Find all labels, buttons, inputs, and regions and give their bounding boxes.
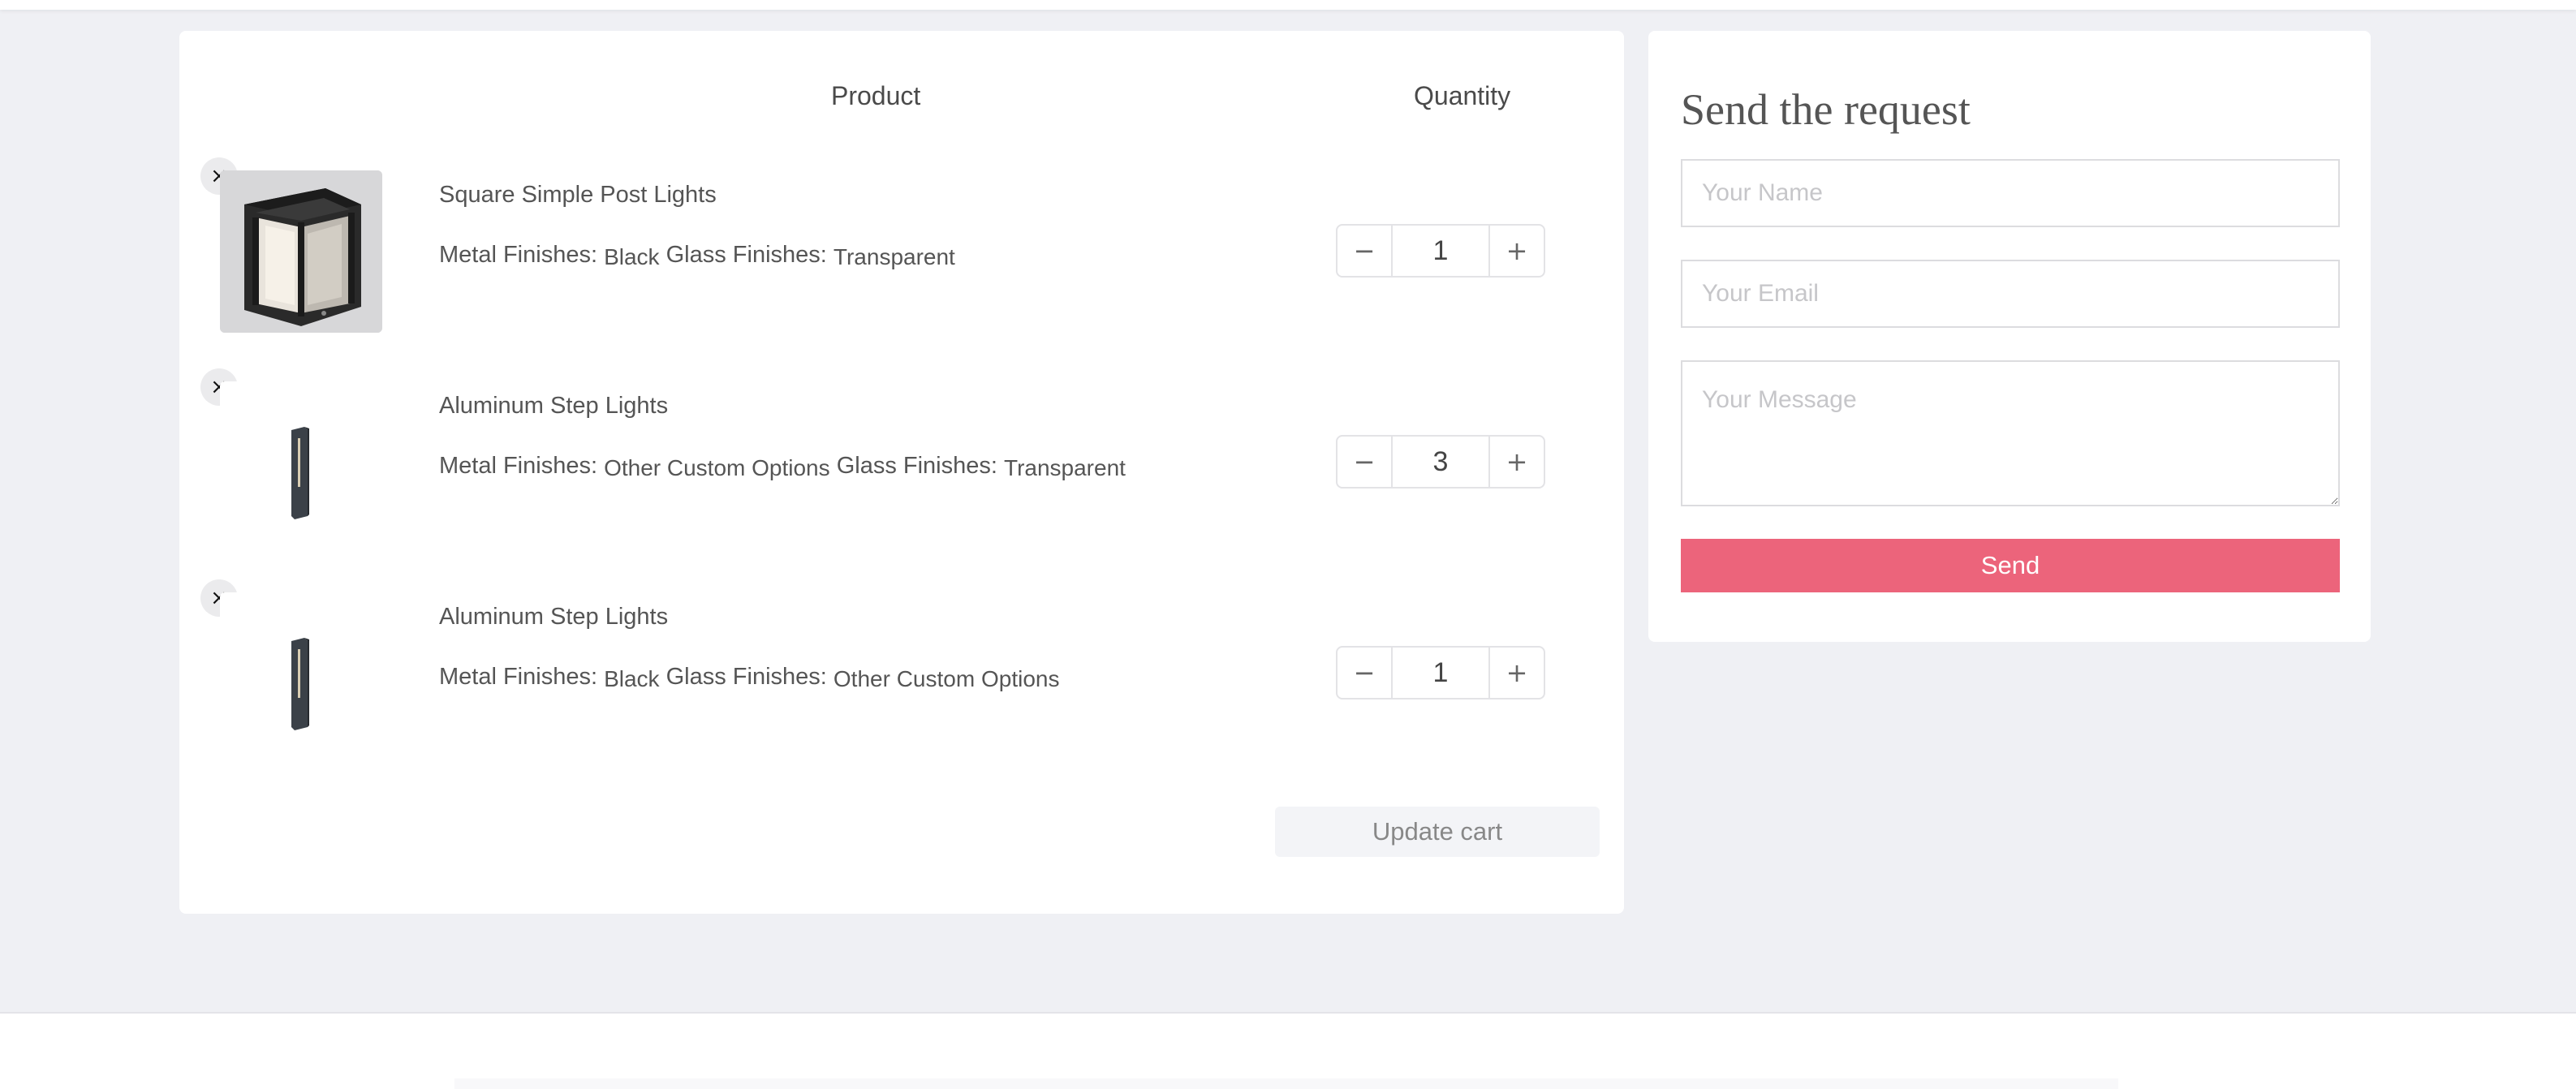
request-panel: Send the request Send	[1648, 31, 2371, 642]
increment-button[interactable]: +	[1490, 226, 1544, 276]
cart-panel: Product Quantity × Square Simple Post Li…	[179, 31, 1624, 914]
message-field[interactable]	[1681, 360, 2340, 506]
quantity-input[interactable]	[1391, 648, 1490, 698]
attribute-value: Transparent	[1004, 455, 1126, 480]
product-column-header: Product	[831, 81, 921, 110]
product-thumbnail[interactable]	[220, 381, 382, 544]
square-post-light-icon	[220, 170, 382, 333]
attribute-label: Glass Finishes:	[836, 453, 997, 479]
attribute-value: Black	[604, 244, 660, 269]
increment-button[interactable]: +	[1490, 648, 1544, 698]
decrement-button[interactable]: −	[1338, 437, 1391, 487]
increment-button[interactable]: +	[1490, 437, 1544, 487]
attribute-value: Black	[604, 666, 660, 691]
attribute-value: Transparent	[833, 244, 955, 269]
quantity-column-header: Quantity	[1414, 81, 1511, 110]
product-attributes: Metal Finishes: Black Glass Finishes: Tr…	[439, 242, 955, 269]
footer	[0, 1012, 2576, 1089]
product-thumbnail[interactable]	[220, 592, 382, 755]
attribute-value: Other Custom Options	[833, 666, 1060, 691]
product-attributes: Metal Finishes: Black Glass Finishes: Ot…	[439, 664, 1059, 691]
product-thumbnail[interactable]	[220, 170, 382, 333]
quantity-stepper: − +	[1336, 646, 1545, 699]
product-title-link[interactable]: Aluminum Step Lights	[439, 604, 668, 631]
attribute-label: Glass Finishes:	[666, 242, 827, 268]
top-bar	[0, 0, 2576, 10]
request-title: Send the request	[1681, 85, 1971, 134]
quantity-stepper: − +	[1336, 435, 1545, 489]
decrement-button[interactable]: −	[1338, 648, 1391, 698]
attribute-label: Metal Finishes:	[439, 664, 598, 690]
cart-row: × Square Simple Post Lights Metal Finish…	[179, 157, 1624, 333]
step-light-icon	[220, 381, 382, 544]
attribute-label: Metal Finishes:	[439, 242, 598, 268]
product-title-link[interactable]: Aluminum Step Lights	[439, 393, 668, 420]
product-attributes: Metal Finishes: Other Custom Options Gla…	[439, 453, 1126, 480]
send-button[interactable]: Send	[1681, 539, 2340, 592]
quantity-input[interactable]	[1391, 226, 1490, 276]
decrement-button[interactable]: −	[1338, 226, 1391, 276]
attribute-label: Metal Finishes:	[439, 453, 598, 479]
quantity-input[interactable]	[1391, 437, 1490, 487]
cart-row: × Aluminum Step Lights Metal Finishes: O…	[179, 368, 1624, 544]
product-title-link[interactable]: Square Simple Post Lights	[439, 182, 717, 209]
attribute-value: Other Custom Options	[604, 455, 830, 480]
email-field[interactable]	[1681, 260, 2340, 328]
name-field[interactable]	[1681, 159, 2340, 227]
attribute-label: Glass Finishes:	[666, 664, 827, 690]
footer-strip	[454, 1078, 2118, 1089]
update-cart-button[interactable]: Update cart	[1275, 807, 1600, 857]
cart-row: × Aluminum Step Lights Metal Finishes: B…	[179, 579, 1624, 755]
step-light-icon	[220, 592, 382, 755]
quantity-stepper: − +	[1336, 224, 1545, 278]
